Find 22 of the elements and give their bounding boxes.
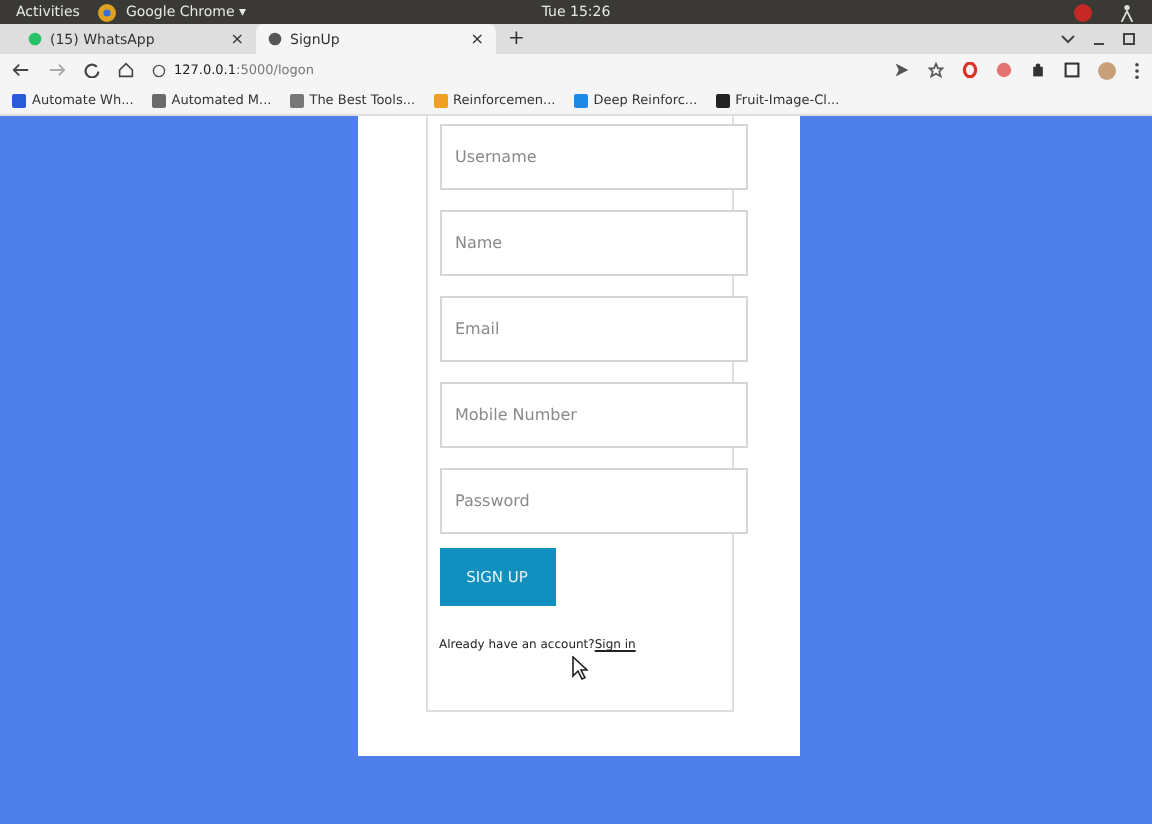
mouse-pointer-icon (572, 656, 588, 680)
home-icon[interactable] (118, 62, 134, 78)
star-icon[interactable] (928, 62, 944, 78)
text-field[interactable]: Email (439, 296, 747, 362)
text-field[interactable]: Mobile Number (439, 382, 747, 448)
close-icon[interactable]: × (470, 30, 484, 48)
reload-icon[interactable] (84, 62, 100, 78)
back-icon[interactable] (12, 62, 30, 78)
sidebar-icon[interactable] (1064, 62, 1080, 78)
accessibility-icon[interactable] (1118, 3, 1136, 21)
text-field[interactable]: Username (439, 124, 747, 190)
chevron-down-icon[interactable] (1060, 33, 1076, 45)
favicon-icon (28, 32, 42, 46)
new-tab-button[interactable]: + (508, 28, 525, 50)
maximize-icon[interactable] (1122, 32, 1136, 46)
text-field[interactable]: Name (439, 210, 747, 276)
favicon-icon (268, 32, 282, 46)
text-field[interactable]: Password (439, 468, 747, 534)
close-icon[interactable]: × (230, 30, 244, 48)
info-icon (152, 63, 166, 77)
menu-icon[interactable] (1134, 61, 1140, 79)
send-icon[interactable] (894, 62, 910, 78)
